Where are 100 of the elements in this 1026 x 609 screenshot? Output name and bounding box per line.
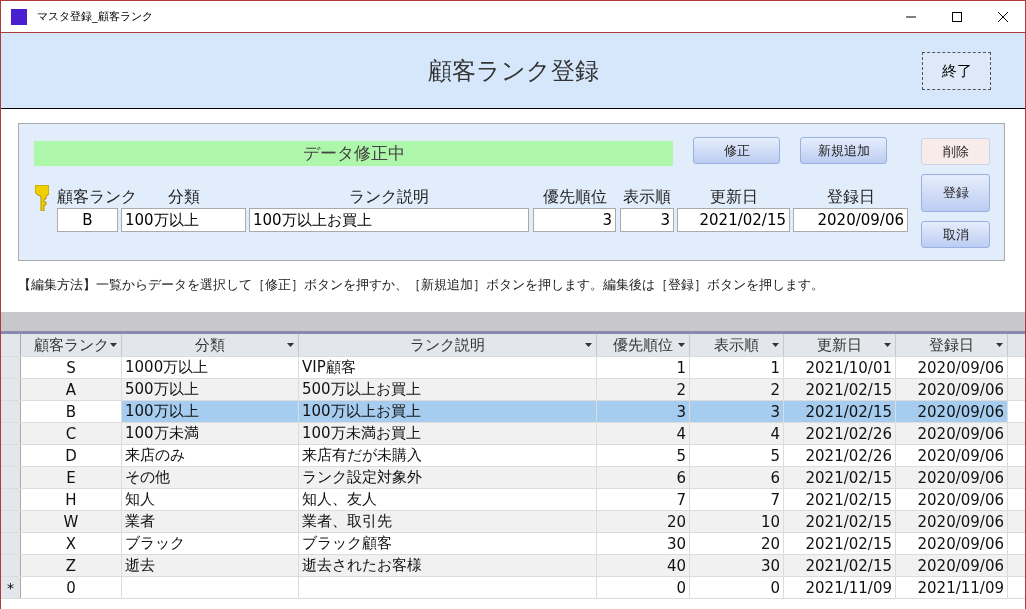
table-cell: X <box>21 533 122 554</box>
table-cell: 0 <box>597 577 690 598</box>
table-cell: 100万未満お買上 <box>299 423 597 444</box>
table-cell: 500万以上 <box>122 379 299 400</box>
record-selector[interactable] <box>1 357 21 378</box>
field-label: 優先順位 <box>542 187 607 208</box>
table-cell: 2021/02/15 <box>784 401 896 422</box>
dropdown-caret-icon[interactable] <box>110 343 117 347</box>
input-field[interactable]: 100万以上お買上 <box>249 208 529 232</box>
table-cell: 30 <box>690 555 784 576</box>
table-cell: 20 <box>597 511 690 532</box>
input-field[interactable]: 3 <box>620 208 674 232</box>
table-cell: 2021/11/09 <box>896 577 1008 598</box>
table-cell: W <box>21 511 122 532</box>
table-cell: 1000万以上 <box>122 357 299 378</box>
column-header[interactable]: 優先順位 <box>597 334 690 356</box>
dropdown-caret-icon[interactable] <box>287 343 294 347</box>
table-cell: ブラック <box>122 533 299 554</box>
dropdown-caret-icon[interactable] <box>585 343 592 347</box>
record-selector[interactable] <box>1 467 21 488</box>
input-field[interactable]: 2021/02/15 <box>677 208 790 232</box>
column-header[interactable]: 表示順 <box>690 334 784 356</box>
table-cell: C <box>21 423 122 444</box>
table-cell: 業者、取引先 <box>299 511 597 532</box>
table-cell: 2 <box>597 379 690 400</box>
column-header[interactable]: 分類 <box>122 334 299 356</box>
table-cell: 7 <box>597 489 690 510</box>
table-cell: 逝去されたお客様 <box>299 555 597 576</box>
table-cell: 知人、友人 <box>299 489 597 510</box>
table-cell: 2021/02/26 <box>784 445 896 466</box>
column-header[interactable]: 顧客ランク <box>21 334 122 356</box>
table-cell: 来店のみ <box>122 445 299 466</box>
table-cell: 2021/11/09 <box>784 577 896 598</box>
action-button[interactable]: 削除 <box>921 138 990 165</box>
dropdown-caret-icon[interactable] <box>772 343 779 347</box>
table-cell: D <box>21 445 122 466</box>
table-cell: VIP顧客 <box>299 357 597 378</box>
column-header[interactable]: 登録日 <box>896 334 1008 356</box>
field-label: ランク説明 <box>349 187 429 208</box>
action-button[interactable]: 新規追加 <box>800 137 887 164</box>
table-cell: 40 <box>597 555 690 576</box>
dropdown-caret-icon[interactable] <box>678 343 685 347</box>
column-header[interactable]: ランク説明 <box>299 334 597 356</box>
record-selector[interactable] <box>1 533 21 554</box>
table-cell: 2 <box>690 379 784 400</box>
table-cell: 20 <box>690 533 784 554</box>
table-cell: 来店有だが未購入 <box>299 445 597 466</box>
table-cell: 5 <box>690 445 784 466</box>
table-cell: 業者 <box>122 511 299 532</box>
table-cell: 逝去 <box>122 555 299 576</box>
table-cell: 2021/02/15 <box>784 379 896 400</box>
maximize-icon[interactable] <box>951 10 963 23</box>
table-cell: 知人 <box>122 489 299 510</box>
table-cell: 2021/02/15 <box>784 511 896 532</box>
table-cell: 6 <box>597 467 690 488</box>
input-field[interactable]: B <box>57 208 118 232</box>
dropdown-caret-icon[interactable] <box>996 343 1003 347</box>
table-cell: 1 <box>597 357 690 378</box>
record-selector[interactable] <box>1 555 21 576</box>
record-selector[interactable] <box>1 401 21 422</box>
table-cell: 6 <box>690 467 784 488</box>
record-selector[interactable] <box>1 423 21 444</box>
table-cell: A <box>21 379 122 400</box>
record-selector[interactable] <box>1 445 21 466</box>
record-selector[interactable] <box>1 511 21 532</box>
status-bar: データ修正中 <box>34 141 673 166</box>
table-cell: 10 <box>690 511 784 532</box>
table-cell: 7 <box>690 489 784 510</box>
action-button[interactable]: 修正 <box>693 137 780 164</box>
table-cell: 100万以上お買上 <box>299 401 597 422</box>
splitter-bar[interactable] <box>1 312 1025 334</box>
input-field[interactable]: 100万以上 <box>121 208 246 232</box>
table-cell: 2020/09/06 <box>896 401 1008 422</box>
record-selector[interactable] <box>1 489 21 510</box>
dropdown-caret-icon[interactable] <box>884 343 891 347</box>
table-cell: 2020/09/06 <box>896 533 1008 554</box>
table-cell: 2020/09/06 <box>896 379 1008 400</box>
table-cell: 2021/02/15 <box>784 489 896 510</box>
column-header[interactable]: 更新日 <box>784 334 896 356</box>
close-icon[interactable] <box>997 10 1009 23</box>
input-field[interactable]: 3 <box>533 208 616 232</box>
action-button[interactable]: 登録 <box>921 174 990 212</box>
record-selector[interactable]: * <box>1 577 21 598</box>
record-selector[interactable] <box>1 379 21 400</box>
table-cell: H <box>21 489 122 510</box>
new-record-marker: * <box>7 579 14 596</box>
table-cell: 30 <box>597 533 690 554</box>
table-cell: 5 <box>597 445 690 466</box>
app-icon <box>11 8 27 25</box>
action-button[interactable]: 取消 <box>921 221 990 248</box>
table-cell: 3 <box>597 401 690 422</box>
table-cell: ランク設定対象外 <box>299 467 597 488</box>
table-cell: 0 <box>21 577 122 598</box>
table-cell: 100万未満 <box>122 423 299 444</box>
exit-button[interactable]: 終了 <box>922 52 991 90</box>
table-cell: 2020/09/06 <box>896 489 1008 510</box>
input-field[interactable]: 2020/09/06 <box>793 208 908 232</box>
table-cell: 2020/09/06 <box>896 445 1008 466</box>
table-cell: 2020/09/06 <box>896 555 1008 576</box>
table-cell: 100万以上 <box>122 401 299 422</box>
